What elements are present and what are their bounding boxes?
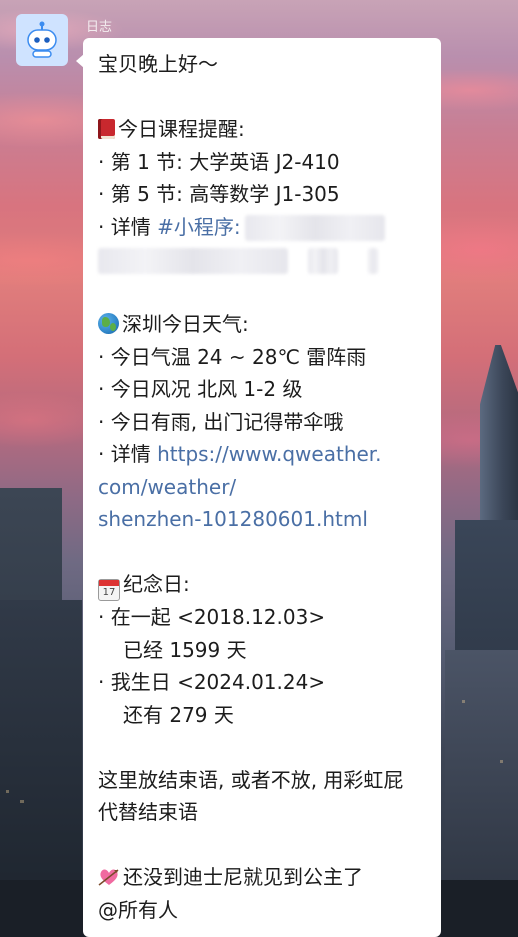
weather-item: · 今日风况 北风 1-2 级 [98,377,303,401]
redacted-line [98,243,429,276]
closing-text: 代替结束语 [98,800,198,824]
weather-link[interactable]: com/weather/ [98,471,429,504]
globe-icon [98,313,119,334]
course-heading: 今日课程提醒: [98,113,429,146]
weather-link[interactable]: shenzhen-101280601.html [98,503,429,536]
sender-name: 日志 [86,19,113,34]
weather-details: · 详情 https://www.qweather. [98,438,429,471]
anniversary-count: 还有 279 天 [123,702,234,727]
miniprogram-link[interactable]: #小程序: [157,215,241,239]
greeting-text: 宝贝晚上好～ [98,52,218,76]
anniversary-item: · 我生日 <2024.01.24> [98,670,326,694]
weather-details-label: · 详情 [98,442,158,466]
message-bubble[interactable]: 宝贝晚上好～ 今日课程提醒: · 第 1 节: 大学英语 J2-410 · 第 … [76,38,441,937]
mention-all[interactable]: @所有人 [98,894,429,927]
footer-text: 还没到迪士尼就见到公主了 [98,861,429,894]
course-heading-label: 今日课程提醒: [118,117,245,141]
robot-avatar-icon [27,21,57,58]
footer-label: 还没到迪士尼就见到公主了 [123,865,363,889]
anniversary-heading: 17 纪念日: [98,568,429,601]
closing-text: 这里放结束语, 或者不放, 用彩虹屁 [98,767,404,792]
anniversary-heading-label: 纪念日: [123,572,190,596]
calendar-icon: 17 [98,579,120,601]
weather-heading-label: 深圳今日天气: [122,312,249,336]
city-light [500,760,503,763]
course-item: · 第 1 节: 大学英语 J2-410 [98,149,340,174]
heart-arrow-icon [98,869,119,886]
anniversary-count: 已经 1599 天 [123,637,247,662]
weather-item: · 今日有雨, 出门记得带伞哦 [98,409,344,434]
city-light [20,800,24,803]
city-light [462,700,465,703]
weather-heading: 深圳今日天气: [98,308,429,341]
course-item: · 第 5 节: 高等数学 J1-305 [98,182,340,206]
redacted-text [244,215,385,241]
weather-link[interactable]: https://www.qweather. [157,442,381,466]
course-details-label: · 详情 [98,214,158,239]
redacted-text [368,247,378,274]
weather-item: · 今日气温 24 ~ 28℃ 雷阵雨 [98,344,367,369]
city-light [6,790,9,793]
sender-avatar[interactable] [16,14,68,66]
course-details: · 详情 #小程序: [98,211,429,244]
redacted-text [308,247,338,274]
anniversary-item: · 在一起 <2018.12.03> [98,605,326,629]
redacted-text [98,247,288,274]
red-book-icon [98,119,115,139]
